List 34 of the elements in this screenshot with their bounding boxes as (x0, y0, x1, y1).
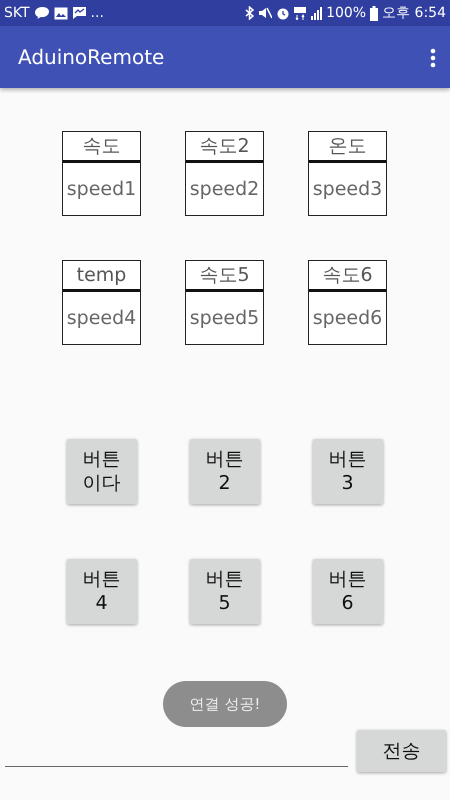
clock-text: 오후 6:54 (382, 4, 446, 22)
action-button[interactable]: 버튼 3 (312, 439, 382, 504)
toast-message: 연결 성공! (163, 681, 287, 727)
readout-label: 속도6 (309, 261, 386, 292)
readout-value: speed1 (66, 177, 138, 202)
battery-percent-text: 100% (326, 4, 366, 22)
mute-icon (258, 6, 272, 20)
chat-bubble-icon (34, 6, 50, 20)
send-button[interactable]: 전송 (357, 730, 446, 772)
more-notifications-text: ... (90, 4, 104, 22)
action-button[interactable]: 버튼 4 (66, 559, 136, 624)
image-icon (54, 6, 68, 20)
signal-icon (310, 6, 322, 20)
readout-value: speed2 (188, 177, 260, 202)
readout-value: speed3 (312, 177, 384, 202)
carrier-text: SKT (4, 4, 30, 22)
bluetooth-icon (245, 6, 254, 20)
readout-value: speed5 (188, 306, 260, 331)
readout-value: speed4 (66, 306, 138, 331)
readout-label: 속도 (63, 132, 140, 163)
kebab-menu-icon (430, 48, 436, 68)
readout-label: temp (63, 261, 140, 292)
readout-label: 온도 (309, 132, 386, 163)
readout-label: 속도2 (186, 132, 263, 163)
readout-value: speed6 (312, 306, 384, 331)
app-title: AduinoRemote (18, 44, 164, 71)
readout-label: 속도5 (186, 261, 263, 292)
action-button[interactable]: 버튼 이다 (66, 439, 136, 504)
alarm-icon (276, 6, 290, 20)
action-button[interactable]: 버튼 5 (190, 559, 260, 624)
action-button[interactable]: 버튼 6 (312, 559, 382, 624)
action-button[interactable]: 버튼 2 (190, 439, 260, 504)
battery-icon (370, 6, 378, 20)
message-icon (72, 6, 87, 20)
